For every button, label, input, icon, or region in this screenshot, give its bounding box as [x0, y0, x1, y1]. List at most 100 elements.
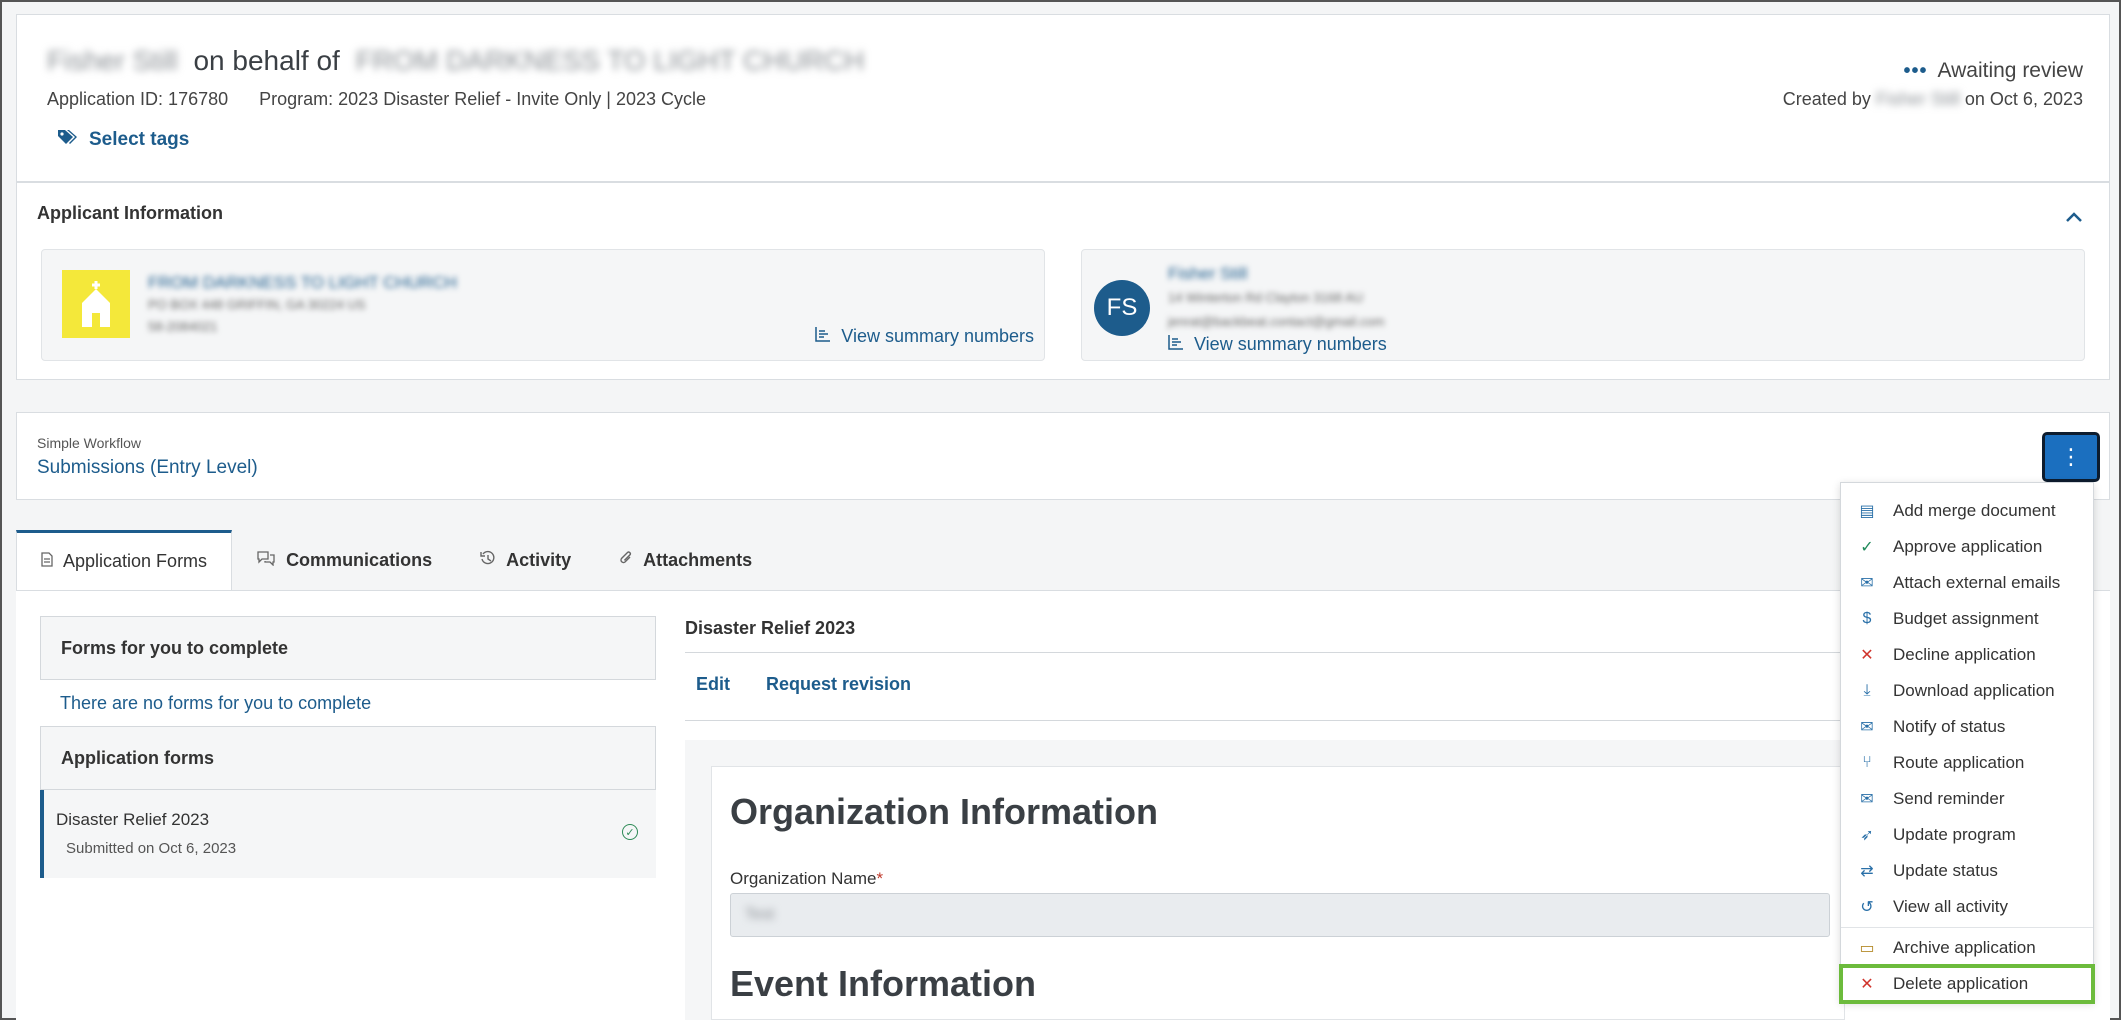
tab-label: Communications	[286, 549, 433, 570]
menu-item-label: Route application	[1893, 753, 2025, 772]
menu-item-view-all-activity[interactable]: ↺ View all activity	[1841, 889, 2093, 925]
on-behalf-of-text: on behalf of	[193, 45, 340, 76]
org-name-field: Test	[730, 893, 1830, 937]
menu-item-update-status[interactable]: ⇄ Update status	[1841, 853, 2093, 889]
application-forms-heading: Application forms	[40, 726, 656, 790]
created-date: on Oct 6, 2023	[1964, 89, 2083, 109]
menu-item-label: Decline application	[1893, 645, 2036, 664]
form-submitted-date: Submitted on Oct 6, 2023	[66, 840, 237, 857]
form-preview-title: Disaster Relief 2023	[685, 618, 856, 638]
x-icon: ✕	[1860, 976, 1874, 993]
no-forms-message: There are no forms for you to complete	[60, 692, 372, 713]
person-view-summary-label: View summary numbers	[1194, 334, 1387, 354]
org-view-summary-label: View summary numbers	[841, 326, 1034, 346]
document-icon	[41, 552, 53, 571]
menu-item-label: Delete application	[1893, 974, 2029, 993]
menu-item-label: Send reminder	[1893, 789, 2005, 808]
workflow-section: Simple Workflow Submissions (Entry Level…	[16, 412, 2110, 500]
form-name: Disaster Relief 2023	[56, 810, 210, 829]
chat-icon	[256, 550, 276, 570]
org-name-value: Test	[745, 906, 775, 923]
organization-name: FROM DARKNESS TO LIGHT CHURCH	[355, 45, 865, 76]
chevron-up-icon[interactable]	[2065, 203, 2083, 229]
tags-icon	[57, 129, 77, 151]
more-actions-button[interactable]: ⋮	[2042, 432, 2100, 482]
menu-item-budget-assignment[interactable]: $ Budget assignment	[1841, 601, 2093, 637]
organization-information-heading: Organization Information	[730, 791, 1158, 832]
church-logo-icon	[62, 270, 130, 338]
menu-item-send-reminder[interactable]: ✉ Send reminder	[1841, 781, 2093, 817]
forms-to-complete-heading: Forms for you to complete	[40, 616, 656, 680]
menu-item-label: Archive application	[1893, 938, 2036, 957]
divider	[685, 720, 1845, 721]
menu-item-decline-application[interactable]: ✕ Decline application	[1841, 637, 2093, 673]
menu-item-add-merge-document[interactable]: ▤ Add merge document	[1841, 493, 2093, 529]
application-status: ••• Awaiting review	[1903, 59, 2083, 83]
menu-item-archive-application[interactable]: ▭ Archive application	[1841, 930, 2093, 966]
menu-item-delete-application[interactable]: ✕ Delete application	[1839, 964, 2095, 1004]
route-icon: ⑂	[1862, 754, 1872, 771]
divider	[685, 652, 1845, 653]
check-icon: ✓	[1860, 539, 1874, 556]
workflow-stage-link[interactable]: Submissions (Entry Level)	[37, 457, 258, 479]
select-tags-button[interactable]: Select tags	[57, 129, 189, 151]
application-meta: Application ID: 176780 Program: 2023 Dis…	[47, 89, 706, 110]
form-list-item[interactable]: Disaster Relief 2023 Submitted on Oct 6,…	[40, 790, 656, 878]
more-dots-icon: •••	[1903, 59, 1928, 82]
archive-icon: ▭	[1859, 940, 1875, 957]
menu-item-label: View all activity	[1893, 897, 2008, 916]
merge-document-icon: ▤	[1859, 503, 1875, 520]
history-icon: ↺	[1860, 899, 1874, 916]
x-icon: ✕	[1860, 647, 1874, 664]
history-icon	[480, 550, 496, 570]
bar-chart-icon	[815, 326, 831, 347]
tab-activity[interactable]: Activity	[456, 530, 595, 590]
org-view-summary-link[interactable]: View summary numbers	[815, 326, 1034, 347]
dollar-icon: $	[1862, 610, 1872, 627]
required-mark: *	[876, 869, 884, 888]
org-name-link[interactable]: FROM DARKNESS TO LIGHT CHURCH	[148, 272, 457, 294]
email-attach-icon: ✉	[1860, 575, 1874, 592]
menu-item-attach-external-emails[interactable]: ✉ Attach external emails	[1841, 565, 2093, 601]
paperclip-icon	[619, 550, 633, 570]
org-ein: 58-2084021	[148, 319, 218, 334]
applicant-information-title: Applicant Information	[37, 203, 223, 223]
tab-attachments[interactable]: Attachments	[595, 530, 776, 590]
application-id: Application ID: 176780	[47, 89, 229, 109]
forms-panel: Forms for you to complete There are no f…	[40, 616, 656, 1020]
menu-divider	[1841, 927, 2093, 928]
applicant-name: Fisher Still	[47, 45, 178, 76]
form-body: Organization Information Organization Na…	[711, 766, 1845, 1020]
person-name-link[interactable]: Fisher Still	[1168, 262, 1384, 286]
avatar: FS	[1094, 280, 1150, 336]
menu-item-label: Notify of status	[1893, 717, 2006, 736]
request-revision-button[interactable]: Request revision	[766, 674, 911, 695]
menu-item-route-application[interactable]: ⑂ Route application	[1841, 745, 2093, 781]
program-name: Program: 2023 Disaster Relief - Invite O…	[259, 89, 707, 109]
person-view-summary-link[interactable]: View summary numbers	[1168, 334, 1387, 355]
form-sheet: Organization Information Organization Na…	[685, 740, 1845, 1020]
kebab-icon: ⋮	[2060, 444, 2082, 469]
menu-item-download-application[interactable]: ⤓ Download application	[1841, 673, 2093, 709]
tab-application-forms[interactable]: Application Forms	[16, 530, 233, 590]
tab-label: Application Forms	[63, 551, 208, 571]
person-address: 14 Winterton Rd Clayton 3168 AU	[1168, 290, 1364, 305]
menu-item-notify-of-status[interactable]: ✉ Notify of status	[1841, 709, 2093, 745]
created-prefix: Created by	[1782, 89, 1871, 109]
application-header: Fisher Still on behalf of FROM DARKNESS …	[16, 14, 2110, 182]
edit-button[interactable]: Edit	[696, 674, 730, 695]
menu-item-update-program[interactable]: ➶ Update program	[1841, 817, 2093, 853]
org-name-label-text: Organization Name	[730, 869, 877, 888]
menu-item-approve-application[interactable]: ✓ Approve application	[1841, 529, 2093, 565]
workflow-label: Simple Workflow	[37, 435, 141, 451]
org-name-field-label: Organization Name*	[730, 869, 883, 889]
tab-communications[interactable]: Communications	[232, 530, 456, 590]
applicant-information-section: Applicant Information FROM DARKNESS TO L…	[16, 182, 2110, 380]
rocket-icon: ➶	[1860, 827, 1874, 844]
menu-item-label: Approve application	[1893, 537, 2043, 556]
organization-card: FROM DARKNESS TO LIGHT CHURCH PO BOX 448…	[41, 249, 1045, 361]
event-information-heading: Event Information	[730, 963, 1037, 1004]
menu-item-label: Budget assignment	[1893, 609, 2039, 628]
menu-item-label: Attach external emails	[1893, 573, 2061, 592]
app-frame: Fisher Still on behalf of FROM DARKNESS …	[0, 0, 2121, 1020]
